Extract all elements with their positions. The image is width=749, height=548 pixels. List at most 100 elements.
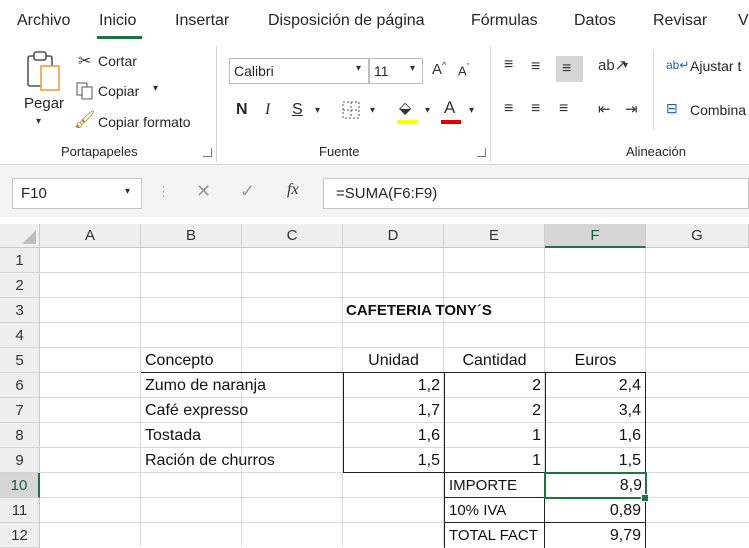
cut-button[interactable]: Cortar (98, 53, 137, 69)
fill-color-icon[interactable]: ⬙ (399, 98, 411, 118)
cancel-icon[interactable]: ✕ (196, 181, 211, 202)
select-all-corner[interactable] (0, 224, 40, 248)
row-header-7[interactable]: 7 (0, 398, 40, 423)
font-color-icon[interactable]: A (444, 98, 455, 118)
align-left-icon[interactable]: ≡ (504, 100, 513, 118)
align-middle-icon[interactable]: ≡ (531, 58, 540, 76)
tab-insertar[interactable]: Insertar (175, 12, 229, 30)
underline-dropdown-icon[interactable]: ▾ (315, 105, 320, 116)
borders-icon[interactable] (341, 100, 363, 120)
wrap-text-button[interactable]: Ajustar t (690, 58, 741, 74)
column-header-d[interactable]: D (343, 224, 444, 248)
header-euros[interactable]: Euros (545, 348, 646, 373)
increase-indent-icon[interactable]: ⇥ (625, 100, 638, 118)
total-value-total[interactable]: 9,79 (545, 523, 646, 548)
clipboard-launcher-icon[interactable] (203, 148, 212, 157)
font-launcher-icon[interactable] (477, 148, 486, 157)
row-header-1[interactable]: 1 (0, 248, 40, 273)
alignment-group-label: Alineación (626, 144, 686, 159)
header-cantidad[interactable]: Cantidad (444, 348, 545, 373)
chevron-down-icon[interactable]: ▾ (36, 116, 41, 127)
item-cantidad[interactable]: 2 (444, 398, 545, 423)
total-label-total[interactable]: TOTAL FACT (444, 523, 545, 548)
row-header-2[interactable]: 2 (0, 273, 40, 298)
clipboard-group-label: Portapapeles (61, 144, 138, 159)
column-header-e[interactable]: E (444, 224, 545, 248)
header-unidad[interactable]: Unidad (343, 348, 444, 373)
chevron-down-icon[interactable]: ▾ (469, 105, 474, 116)
tab-disposicion-pagina[interactable]: Disposición de página (268, 12, 425, 30)
total-label-importe[interactable]: IMPORTE (444, 473, 545, 498)
item-euros[interactable]: 1,6 (545, 423, 646, 448)
item-concepto[interactable]: Ración de churros (141, 448, 341, 473)
row-header-6[interactable]: 6 (0, 373, 40, 398)
chevron-down-icon[interactable]: ▾ (425, 105, 430, 116)
total-label-iva[interactable]: 10% IVA (444, 498, 545, 523)
decrease-indent-icon[interactable]: ⇤ (598, 100, 611, 118)
item-cantidad[interactable]: 2 (444, 373, 545, 398)
copy-dropdown-icon[interactable]: ▾ (153, 83, 158, 94)
chevron-down-icon[interactable]: ▾ (370, 105, 375, 116)
merge-center-button[interactable]: Combina (690, 102, 746, 118)
total-value-iva[interactable]: 0,89 (545, 498, 646, 523)
column-header-f[interactable]: F (545, 224, 646, 248)
item-unidad[interactable]: 1,6 (343, 423, 444, 448)
align-center-icon[interactable]: ≡ (531, 100, 540, 118)
copy-button[interactable]: Copiar (98, 83, 139, 99)
tab-formulas[interactable]: Fórmulas (471, 12, 538, 30)
align-right-icon[interactable]: ≡ (559, 100, 568, 118)
name-box[interactable]: F10 ▾ (12, 178, 142, 209)
font-name-value: Calibri (234, 63, 274, 79)
column-header-a[interactable]: A (40, 224, 141, 248)
bold-button[interactable]: N (236, 101, 248, 119)
row-header-12[interactable]: 12 (0, 523, 40, 548)
row-header-9[interactable]: 9 (0, 448, 40, 473)
more-options-icon[interactable]: ⋮ (157, 184, 170, 200)
formula-input[interactable]: =SUMA(F6:F9) (323, 178, 749, 209)
insert-function-button[interactable]: fx (287, 181, 299, 199)
row-header-10[interactable]: 10 (0, 473, 40, 498)
underline-button[interactable]: S (292, 101, 303, 119)
tab-archivo[interactable]: Archivo (17, 12, 70, 30)
item-euros[interactable]: 2,4 (545, 373, 646, 398)
item-cantidad[interactable]: 1 (444, 448, 545, 473)
column-header-b[interactable]: B (141, 224, 242, 248)
item-unidad[interactable]: 1,5 (343, 448, 444, 473)
chevron-down-icon[interactable]: ▾ (623, 60, 628, 71)
font-name-select[interactable]: Calibri ▾ (229, 58, 369, 84)
align-top-icon[interactable]: ≡ (504, 56, 513, 74)
font-size-select[interactable]: 11 ▾ (369, 58, 423, 84)
formula-value: =SUMA(F6:F9) (336, 185, 438, 202)
row-header-5[interactable]: 5 (0, 348, 40, 373)
tab-inicio[interactable]: Inicio (99, 12, 136, 30)
shrink-font-icon[interactable]: Aˇ (458, 62, 470, 78)
fill-handle[interactable] (641, 494, 649, 502)
column-header-g[interactable]: G (646, 224, 749, 248)
item-unidad[interactable]: 1,7 (343, 398, 444, 423)
item-euros[interactable]: 3,4 (545, 398, 646, 423)
sheet-title[interactable]: CAFETERIA TONY´S (342, 298, 542, 323)
row-header-4[interactable]: 4 (0, 323, 40, 348)
item-cantidad[interactable]: 1 (444, 423, 545, 448)
item-euros[interactable]: 1,5 (545, 448, 646, 473)
paste-button[interactable]: Pegar ▾ (22, 50, 66, 130)
tab-vista[interactable]: V (738, 12, 749, 30)
header-empty-c[interactable] (242, 348, 343, 373)
column-header-c[interactable]: C (242, 224, 343, 248)
item-concepto[interactable]: Tostada (141, 423, 341, 448)
align-bottom-button[interactable]: ≡ (556, 56, 583, 82)
header-concepto[interactable]: Concepto (141, 348, 242, 373)
row-header-3[interactable]: 3 (0, 298, 40, 323)
group-divider (216, 46, 217, 162)
row-header-8[interactable]: 8 (0, 423, 40, 448)
tab-revisar[interactable]: Revisar (653, 12, 707, 30)
italic-button[interactable]: I (265, 101, 270, 119)
format-painter-button[interactable]: Copiar formato (98, 114, 191, 130)
item-concepto[interactable]: Café expresso (141, 398, 341, 423)
enter-icon[interactable]: ✓ (240, 181, 255, 202)
item-unidad[interactable]: 1,2 (343, 373, 444, 398)
item-concepto[interactable]: Zumo de naranja (141, 373, 341, 398)
tab-datos[interactable]: Datos (574, 12, 616, 30)
row-header-11[interactable]: 11 (0, 498, 40, 523)
grow-font-icon[interactable]: A^ (432, 60, 446, 78)
